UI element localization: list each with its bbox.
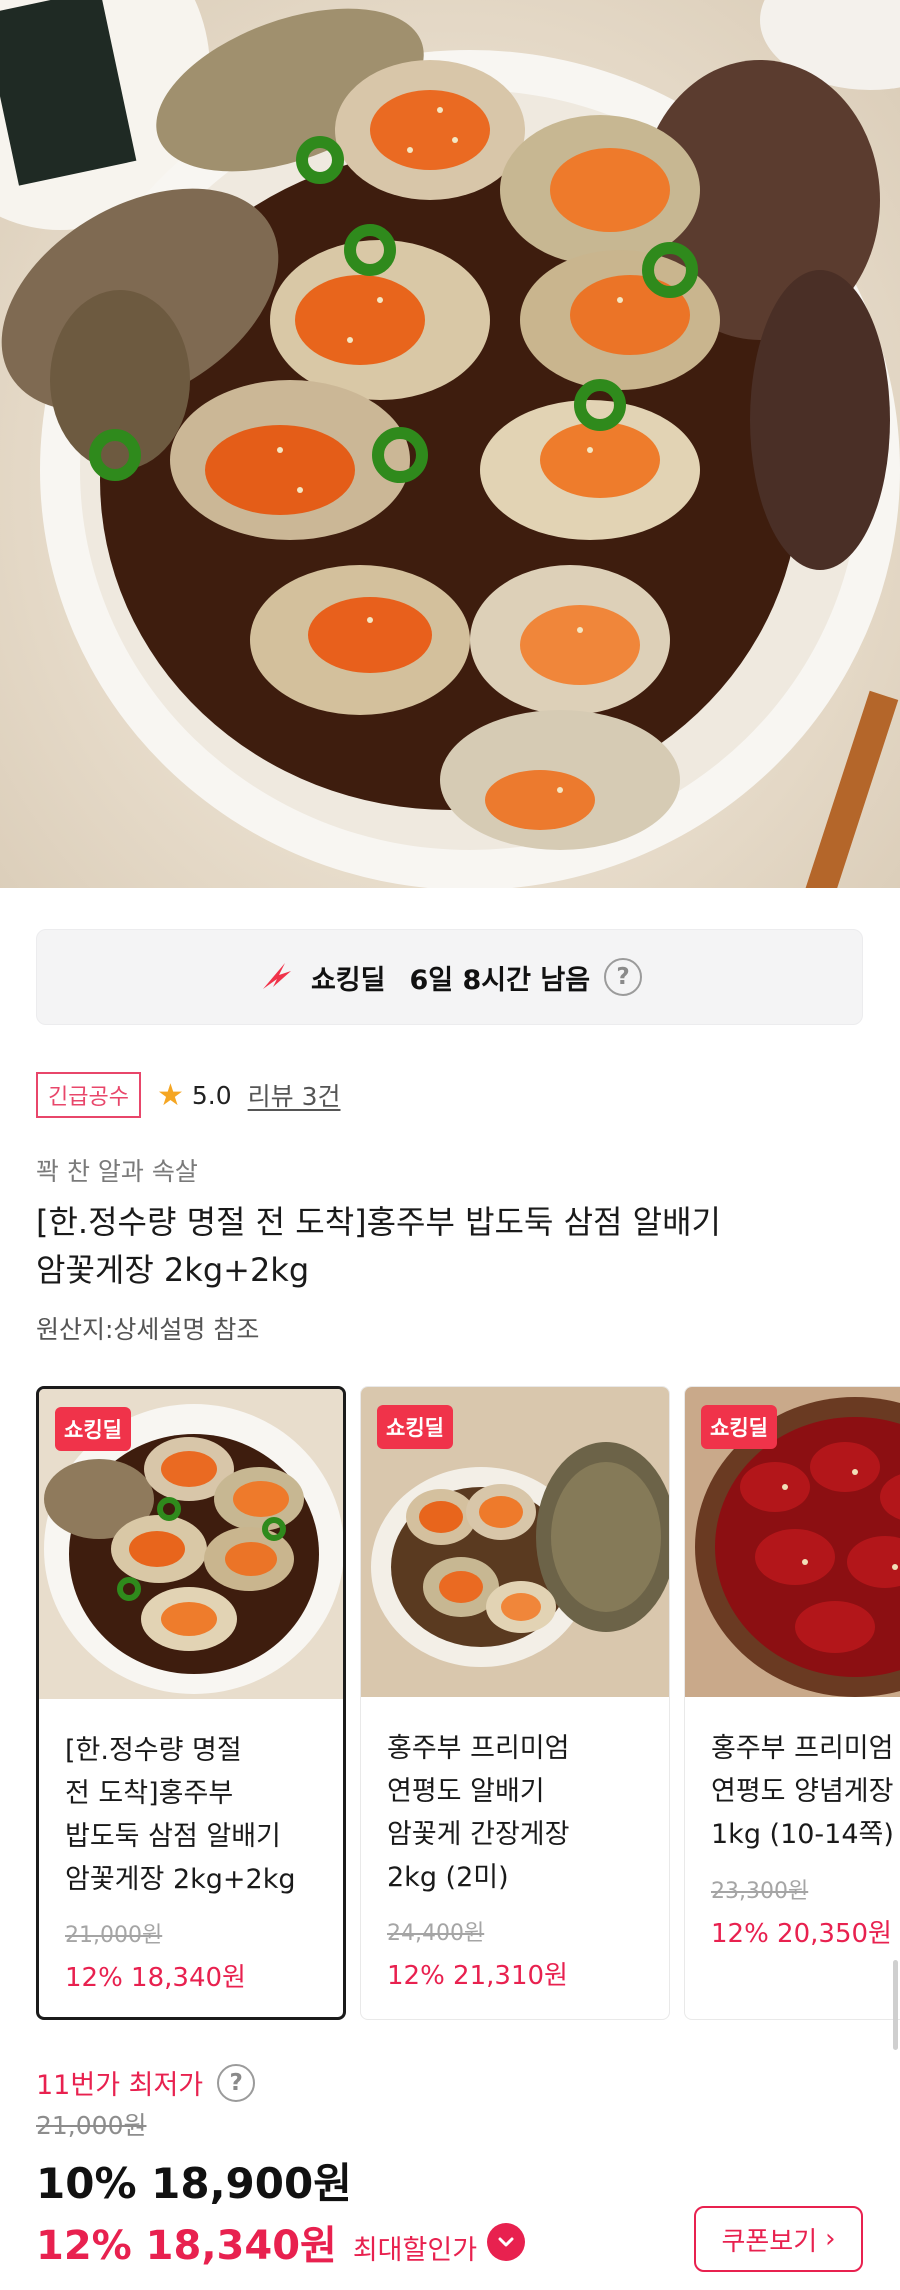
card-sale-price: 12% 18,340원 (65, 1963, 246, 1993)
product-title-line-2: 암꽃게장 2kg+2kg (36, 1251, 310, 1289)
related-products-carousel[interactable]: 쇼킹딜 [한.정수량 명절 전 도착]홍주부 밥도둑 삼점 알배기 암꽃게장 2… (36, 1386, 900, 2022)
lowest-price-label: 11번가 최저가 (36, 2070, 204, 2101)
card-name-line: 암꽃게 간장게장 (387, 1819, 570, 1850)
urgent-badge: 긴급공수 (36, 1072, 141, 1118)
product-title-line-1: [한.정수량 명절 전 도착]홍주부 밥도둑 삼점 알배기 (36, 1203, 721, 1241)
card-name-line: 암꽃게장 2kg+2kg (65, 1864, 296, 1895)
card-name-line: 연평도 양념게장 (711, 1776, 894, 1807)
card-name-line: [한.정수량 명절 (65, 1735, 242, 1766)
product-title: [한.정수량 명절 전 도착]홍주부 밥도둑 삼점 알배기 암꽃게장 2kg+2… (36, 1198, 866, 1294)
shocking-deal-tag: 쇼킹딜 (377, 1405, 453, 1449)
help-icon[interactable]: ? (217, 2063, 256, 2102)
scrollbar[interactable] (893, 1960, 898, 2050)
star-icon: ★ (156, 1077, 184, 1113)
rating-value: 5.0 (191, 1080, 232, 1110)
card-product-name: 홍주부 프리미엄 연평도 알배기 암꽃게 간장게장 2kg (2미) (387, 1727, 657, 1899)
card-original-price: 24,400원 (387, 1921, 485, 1946)
deal-time-left: 6일 8시간 남음 (409, 964, 591, 996)
coupon-button-label: 쿠폰보기 (721, 2226, 818, 2257)
chevron-down-circle-icon[interactable] (487, 2223, 526, 2261)
card-sale-price: 12% 21,310원 (387, 1961, 568, 1991)
max-discount-label: 최대할인가 (352, 2235, 478, 2266)
product-origin: 원산지:상세설명 참조 (36, 1315, 260, 1344)
product-card[interactable]: 쇼킹딜 [한.정수량 명절 전 도착]홍주부 밥도둑 삼점 알배기 암꽃게장 2… (36, 1386, 346, 2020)
coupon-button[interactable]: 쿠폰보기 › (694, 2206, 863, 2272)
lightning-icon (262, 963, 291, 989)
card-name-line: 2kg (2미) (387, 1862, 509, 1893)
card-name-line: 밥도둑 삼점 알배기 (65, 1821, 281, 1852)
original-price: 21,000원 (36, 2111, 147, 2140)
card-name-line: 연평도 알배기 (387, 1776, 545, 1807)
card-sale-price: 12% 20,350원 (711, 1919, 892, 1949)
card-name-line: 1kg (10-14쪽) (711, 1819, 894, 1850)
review-link[interactable]: 리뷰 3건 (248, 1077, 341, 1113)
help-icon[interactable]: ? (604, 958, 643, 996)
badge-row: 긴급공수 ★ 5.0 리뷰 3건 (36, 1072, 341, 1118)
shocking-deal-banner: 쇼킹딜 6일 8시간 남음 ? (36, 929, 863, 1025)
card-original-price: 23,300원 (711, 1879, 809, 1904)
product-hero-image (0, 0, 900, 888)
product-card[interactable]: 쇼킹딜 홍주부 프리미엄 연평도 양념게장 1kg (10-14쪽) 23,30… (684, 1386, 900, 2020)
marinated-crab-photo (0, 0, 900, 888)
card-original-price: 21,000원 (65, 1923, 163, 1948)
shocking-deal-tag: 쇼킹딜 (55, 1407, 131, 1451)
product-subtitle: 꽉 찬 알과 속살 (36, 1157, 198, 1186)
card-name-line: 홍주부 프리미엄 (387, 1733, 570, 1764)
deal-label: 쇼킹딜 (310, 964, 386, 996)
card-product-name: 홍주부 프리미엄 연평도 양념게장 1kg (10-14쪽) (711, 1727, 900, 1856)
card-product-name: [한.정수량 명절 전 도착]홍주부 밥도둑 삼점 알배기 암꽃게장 2kg+2… (65, 1729, 335, 1901)
max-discount-row: 12% 18,340원 최대할인가 (36, 2213, 526, 2271)
shocking-deal-tag: 쇼킹딜 (701, 1405, 777, 1449)
discount-price: 10% 18,900원 (36, 2159, 352, 2208)
chevron-right-icon: › (825, 2224, 836, 2254)
card-name-line: 전 도착]홍주부 (65, 1778, 234, 1809)
card-name-line: 홍주부 프리미엄 (711, 1733, 894, 1764)
product-card[interactable]: 쇼킹딜 홍주부 프리미엄 연평도 알배기 암꽃게 간장게장 2kg (2미) 2… (360, 1386, 670, 2020)
max-discount-price: 12% 18,340원 (36, 2223, 337, 2269)
lowest-price-row: 11번가 최저가 ? (36, 2063, 256, 2102)
